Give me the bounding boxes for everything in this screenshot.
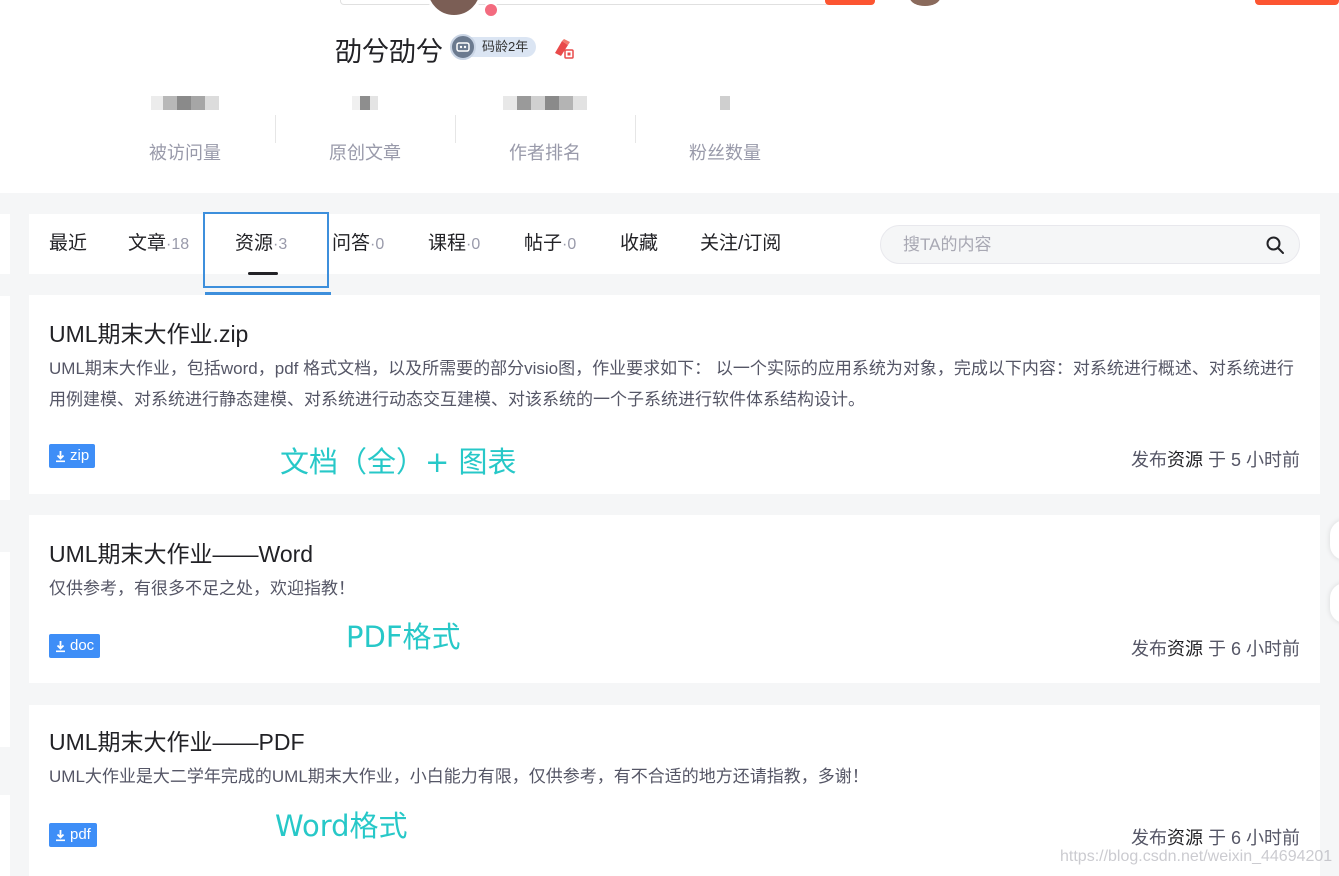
floating-side-button[interactable] <box>1330 520 1339 560</box>
codeage-label: 码龄2年 <box>468 37 537 57</box>
tab-favorites[interactable]: 收藏 <box>620 214 658 274</box>
avatar[interactable] <box>425 0 483 18</box>
sidebar-edge <box>0 795 10 876</box>
codeage-badge: 码龄2年 <box>450 34 537 60</box>
tab-courses[interactable]: 课程·0 <box>428 214 480 274</box>
stat-label: 作者排名 <box>509 143 581 163</box>
stat-rank[interactable]: 作者排名 <box>455 85 635 165</box>
stat-value-blurred <box>503 85 587 121</box>
resource-card[interactable]: UML期末大作业——Word 仅供参考，有很多不足之处，欢迎指教！ doc PD… <box>29 515 1320 683</box>
download-icon <box>56 640 65 652</box>
stat-value-blurred <box>720 85 730 121</box>
tab-qa[interactable]: 问答·0 <box>332 214 384 274</box>
resource-description: 仅供参考，有很多不足之处，欢迎指教！ <box>49 579 355 598</box>
annotation-highlight-box <box>203 212 329 288</box>
codeage-icon <box>450 34 476 60</box>
top-publish-button[interactable] <box>1255 0 1339 5</box>
annotation-text: 文档（全）+ 图表 <box>280 445 517 479</box>
profile-header: 劭兮劭兮 码龄2年 被访问量 原创文章 作者排名 粉丝数量 <box>0 0 1339 193</box>
tab-posts[interactable]: 帖子·0 <box>524 214 576 274</box>
stat-label: 原创文章 <box>329 143 401 163</box>
resource-title[interactable]: UML期末大作业——Word <box>49 535 313 569</box>
resource-title[interactable]: UML期末大作业——PDF <box>49 723 305 757</box>
filetype-label: doc <box>70 637 95 654</box>
floating-side-button[interactable] <box>1330 583 1339 623</box>
stat-label: 被访问量 <box>149 143 221 163</box>
download-icon <box>56 829 65 841</box>
annotation-text: PDF格式 <box>346 620 461 654</box>
resource-title[interactable]: UML期末大作业.zip <box>49 315 248 349</box>
search-icon[interactable] <box>1265 235 1285 255</box>
tab-follow-subscribe[interactable]: 关注/订阅 <box>700 214 781 274</box>
content-search <box>880 225 1300 264</box>
filetype-badge[interactable]: doc <box>49 634 101 658</box>
download-icon <box>56 450 65 462</box>
stats-row: 被访问量 原创文章 作者排名 粉丝数量 <box>95 85 815 165</box>
stat-label: 粉丝数量 <box>689 143 761 163</box>
top-search-bar[interactable] <box>340 0 830 5</box>
filetype-label: zip <box>70 447 90 464</box>
stat-fans[interactable]: 粉丝数量 <box>635 85 815 165</box>
filetype-label: pdf <box>70 826 91 843</box>
watermark: https://blog.csdn.net/weixin_44694201 <box>1060 848 1333 865</box>
sidebar-edge <box>0 552 10 747</box>
resource-description: UML大作业是大二学年完成的UML期末大作业，小白能力有限，仅供参考，有不合适的… <box>49 767 869 786</box>
resource-description: UML期末大作业，包括word，pdf 格式文档，以及所需要的部分visio图，… <box>49 359 1294 409</box>
tab-recent[interactable]: 最近 <box>49 214 87 274</box>
username: 劭兮劭兮 <box>335 37 443 68</box>
medal-icon[interactable] <box>552 37 574 59</box>
stat-visits[interactable]: 被访问量 <box>95 85 275 165</box>
top-search-button[interactable] <box>825 0 875 5</box>
filetype-badge[interactable]: zip <box>49 444 96 468</box>
stat-value-blurred <box>151 85 219 121</box>
annotation-text: Word格式 <box>275 809 408 843</box>
resource-card[interactable]: UML期末大作业.zip UML期末大作业，包括word，pdf 格式文档，以及… <box>29 295 1320 494</box>
publish-time: 发布资源 于 6 小时前 <box>1130 828 1300 848</box>
publish-time: 发布资源 于 6 小时前 <box>1130 639 1300 659</box>
publish-time: 发布资源 于 5 小时前 <box>1130 450 1300 470</box>
top-user-avatar[interactable] <box>910 0 940 6</box>
avatar-badge-icon <box>483 2 499 18</box>
sidebar-edge <box>0 296 10 500</box>
stat-articles[interactable]: 原创文章 <box>275 85 455 165</box>
content-search-input[interactable] <box>903 234 1253 255</box>
tab-articles[interactable]: 文章·18 <box>128 214 189 274</box>
filetype-badge[interactable]: pdf <box>49 823 97 847</box>
sidebar-edge <box>0 214 10 274</box>
stat-value-blurred <box>352 85 378 121</box>
